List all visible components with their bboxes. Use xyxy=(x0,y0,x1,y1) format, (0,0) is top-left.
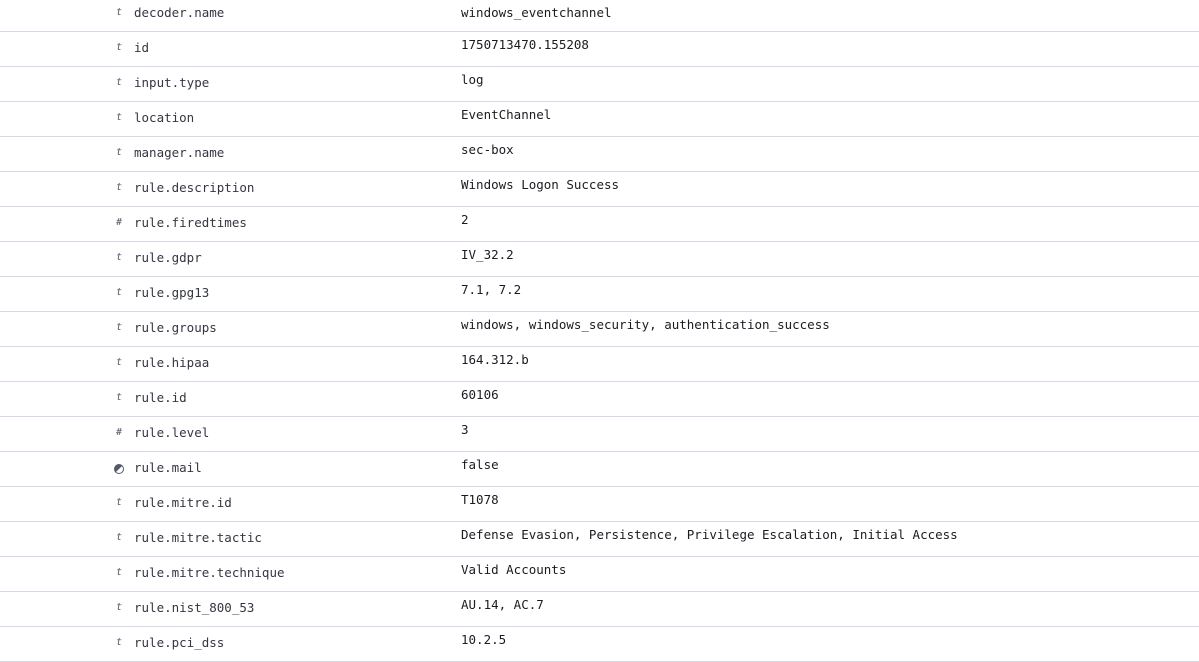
field-value: sec-box xyxy=(461,142,514,157)
field-name: rule.groups xyxy=(134,320,217,335)
field-row-rule-firedtimes[interactable]: # rule.firedtimes 2 xyxy=(0,207,1199,242)
field-row-rule-level[interactable]: # rule.level 3 xyxy=(0,417,1199,452)
field-name: rule.id xyxy=(134,390,187,405)
field-value: Valid Accounts xyxy=(461,562,567,577)
string-type-icon: t xyxy=(115,322,123,333)
field-name: rule.mitre.tactic xyxy=(134,530,262,545)
field-row-rule-hipaa[interactable]: t rule.hipaa 164.312.b xyxy=(0,347,1199,382)
number-type-icon: # xyxy=(115,217,123,228)
string-type-icon: t xyxy=(115,602,123,613)
field-name: rule.firedtimes xyxy=(134,215,247,230)
string-type-icon: t xyxy=(115,637,123,648)
field-row-rule-groups[interactable]: t rule.groups windows, windows_security,… xyxy=(0,312,1199,347)
field-row-rule-mail[interactable]: rule.mail false xyxy=(0,452,1199,487)
field-value: log xyxy=(461,72,484,87)
document-fields-table: t decoder.name windows_eventchannel t id… xyxy=(0,0,1199,662)
field-name: rule.mail xyxy=(134,460,202,475)
string-type-icon: t xyxy=(115,7,123,18)
string-type-icon: t xyxy=(115,357,123,368)
field-value: 1750713470.155208 xyxy=(461,37,589,52)
field-name: manager.name xyxy=(134,145,225,160)
field-name: rule.level xyxy=(134,425,210,440)
string-type-icon: t xyxy=(115,287,123,298)
field-row-rule-mitre-id[interactable]: t rule.mitre.id T1078 xyxy=(0,487,1199,522)
string-type-icon: t xyxy=(115,497,123,508)
field-row-id[interactable]: t id 1750713470.155208 xyxy=(0,32,1199,67)
field-row-rule-mitre-tactic[interactable]: t rule.mitre.tactic Defense Evasion, Per… xyxy=(0,522,1199,557)
field-name: input.type xyxy=(134,75,210,90)
field-name: rule.gpg13 xyxy=(134,285,210,300)
field-row-rule-gdpr[interactable]: t rule.gdpr IV_32.2 xyxy=(0,242,1199,277)
field-value: IV_32.2 xyxy=(461,247,514,262)
field-name: id xyxy=(134,40,150,55)
field-value: 60106 xyxy=(461,387,499,402)
field-name: rule.pci_dss xyxy=(134,635,225,650)
string-type-icon: t xyxy=(115,77,123,88)
field-row-location[interactable]: t location EventChannel xyxy=(0,102,1199,137)
string-type-icon: t xyxy=(115,392,123,403)
field-value: windows, windows_security, authenticatio… xyxy=(461,317,830,332)
field-name: rule.nist_800_53 xyxy=(134,600,255,615)
field-row-rule-gpg13[interactable]: t rule.gpg13 7.1, 7.2 xyxy=(0,277,1199,312)
field-value: EventChannel xyxy=(461,107,552,122)
string-type-icon: t xyxy=(115,252,123,263)
string-type-icon: t xyxy=(115,182,123,193)
string-type-icon: t xyxy=(115,112,123,123)
field-value: false xyxy=(461,457,499,472)
field-value: windows_eventchannel xyxy=(461,5,612,20)
field-value: 2 xyxy=(461,212,469,227)
field-row-input-type[interactable]: t input.type log xyxy=(0,67,1199,102)
field-name: rule.mitre.id xyxy=(134,495,232,510)
field-value: AU.14, AC.7 xyxy=(461,597,544,612)
field-name: rule.gdpr xyxy=(134,250,202,265)
field-name: rule.hipaa xyxy=(134,355,210,370)
field-row-manager-name[interactable]: t manager.name sec-box xyxy=(0,137,1199,172)
field-row-rule-nist-800-53[interactable]: t rule.nist_800_53 AU.14, AC.7 xyxy=(0,592,1199,627)
field-name: rule.description xyxy=(134,180,255,195)
field-name: rule.mitre.technique xyxy=(134,565,285,580)
field-name: decoder.name xyxy=(134,5,225,20)
string-type-icon: t xyxy=(115,567,123,578)
string-type-icon: t xyxy=(115,147,123,158)
boolean-type-icon xyxy=(112,460,126,476)
field-row-decoder-name[interactable]: t decoder.name windows_eventchannel xyxy=(0,0,1199,32)
field-value: 3 xyxy=(461,422,469,437)
string-type-icon: t xyxy=(115,532,123,543)
field-row-rule-pci-dss[interactable]: t rule.pci_dss 10.2.5 xyxy=(0,627,1199,662)
field-row-rule-mitre-technique[interactable]: t rule.mitre.technique Valid Accounts xyxy=(0,557,1199,592)
field-row-rule-description[interactable]: t rule.description Windows Logon Success xyxy=(0,172,1199,207)
field-value: T1078 xyxy=(461,492,499,507)
field-value: 10.2.5 xyxy=(461,632,507,647)
string-type-icon: t xyxy=(115,42,123,53)
field-row-rule-id[interactable]: t rule.id 60106 xyxy=(0,382,1199,417)
number-type-icon: # xyxy=(115,427,123,438)
field-value: 164.312.b xyxy=(461,352,529,367)
field-name: location xyxy=(134,110,195,125)
field-value: Defense Evasion, Persistence, Privilege … xyxy=(461,527,958,542)
field-value: 7.1, 7.2 xyxy=(461,282,522,297)
field-value: Windows Logon Success xyxy=(461,177,620,192)
